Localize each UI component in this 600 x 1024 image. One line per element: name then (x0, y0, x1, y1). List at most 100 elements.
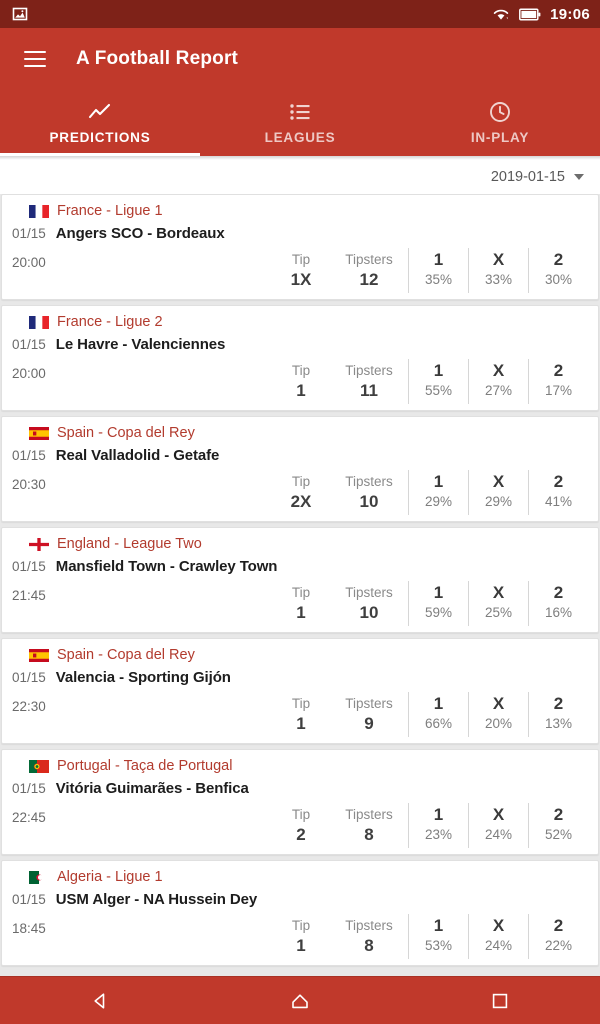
flag-england-icon (29, 537, 49, 551)
match-stats: Tip 1 Tipsters 8 1 53% X 24% 2 22% (272, 914, 588, 959)
match-teams: Angers SCO - Bordeaux (55, 225, 225, 242)
match-teams: USM Alger - NA Hussein Dey (55, 891, 258, 908)
match-date: 01/15 (12, 670, 46, 685)
stat-tipsters-header: Tipsters (345, 363, 393, 378)
match-card[interactable]: Algeria - Ligue 1 01/15 USM Alger - NA Hus… (1, 860, 599, 966)
list-icon (289, 101, 311, 123)
stat-tip-header: Tip (291, 918, 311, 933)
match-list[interactable]: France - Ligue 1 01/15 Angers SCO - Bordea… (0, 194, 600, 976)
stat-draw-percent: 27% (484, 383, 513, 398)
stat-tipsters-value: 8 (364, 936, 374, 955)
match-row: 01/15 Real Valladolid - Getafe (2, 443, 598, 467)
match-stats: Tip 2X Tipsters 10 1 29% X 29% 2 41% (272, 470, 588, 515)
match-card[interactable]: Portugal - Taça de Portugal 01/15 Vitória … (1, 749, 599, 855)
stat-tipsters-header: Tipsters (345, 918, 393, 933)
league-name: Portugal - Taça de Portugal (57, 758, 233, 774)
trending-up-icon (88, 101, 112, 123)
flag-spain-icon (29, 426, 49, 440)
match-teams: Mansfield Town - Crawley Town (55, 558, 278, 575)
stat-draw-header: X (492, 472, 505, 491)
tab-leagues-label: LEAGUES (264, 130, 336, 145)
league-row: France - Ligue 2 (2, 313, 598, 332)
tab-predictions-label: PREDICTIONS (49, 130, 151, 145)
stat-away-percent: 41% (544, 494, 573, 509)
stat-away: 2 17% (528, 359, 588, 404)
status-bar-clock: 19:06 (550, 5, 590, 23)
match-stats-row: 20:00 Tip 1 Tipsters 11 1 55% X 27% 2 17% (2, 356, 598, 404)
stat-away-percent: 30% (544, 272, 573, 287)
recents-square-icon (492, 993, 508, 1008)
stat-home-percent: 29% (424, 494, 453, 509)
match-teams: Real Valladolid - Getafe (55, 447, 220, 464)
match-stats-row: 18:45 Tip 1 Tipsters 8 1 53% X 24% 2 22% (2, 911, 598, 959)
stat-away: 2 22% (528, 914, 588, 959)
match-card[interactable]: Spain - Copa del Rey 01/15 Valencia - Spor… (1, 638, 599, 744)
stat-draw-header: X (492, 250, 505, 269)
match-kickoff-time: 21:45 (12, 588, 46, 603)
app-title: A Football Report (76, 48, 239, 69)
hamburger-menu-icon[interactable] (24, 51, 46, 67)
tab-leagues[interactable]: LEAGUES (200, 90, 400, 156)
match-date: 01/15 (12, 559, 46, 574)
stat-tipsters-header: Tipsters (345, 474, 393, 489)
status-bar: 19:06 (0, 0, 600, 28)
stat-tip: Tip 1X (272, 248, 330, 293)
flag-spain-icon (29, 648, 49, 662)
wifi-icon (493, 9, 509, 20)
match-kickoff-time: 18:45 (12, 921, 46, 936)
stat-tipsters: Tipsters 10 (330, 581, 408, 626)
match-card[interactable]: France - Ligue 2 01/15 Le Havre - Valencie… (1, 305, 599, 411)
match-stats: Tip 1 Tipsters 11 1 55% X 27% 2 17% (272, 359, 588, 404)
flag-portugal-icon (29, 759, 49, 773)
date-selector-value: 2019-01-15 (490, 169, 565, 185)
match-row: 01/15 Angers SCO - Bordeaux (2, 221, 598, 245)
nav-back-button[interactable] (65, 979, 135, 1023)
back-triangle-icon (94, 992, 105, 1009)
stat-tipsters-value: 11 (360, 381, 378, 400)
match-card[interactable]: England - League Two 01/15 Mansfield Town … (1, 527, 599, 633)
stat-tip-header: Tip (291, 585, 311, 600)
stat-tip-header: Tip (291, 363, 311, 378)
stat-tipsters: Tipsters 8 (330, 914, 408, 959)
match-stats: Tip 1 Tipsters 9 1 66% X 20% 2 13% (272, 692, 588, 737)
stat-home: 1 35% (408, 248, 468, 293)
stat-home: 1 23% (408, 803, 468, 848)
match-row: 01/15 USM Alger - NA Hussein Dey (2, 887, 598, 911)
android-navigation-bar (0, 976, 600, 1024)
stat-home: 1 59% (408, 581, 468, 626)
match-kickoff-time: 22:30 (12, 699, 46, 714)
match-card[interactable]: France - Ligue 1 01/15 Angers SCO - Bordea… (1, 194, 599, 300)
stat-home-header: 1 (433, 916, 444, 935)
nav-recents-button[interactable] (465, 979, 535, 1023)
match-card[interactable]: Spain - Copa del Rey 01/15 Real Valladolid… (1, 416, 599, 522)
date-selector[interactable]: 2019-01-15 (491, 169, 584, 185)
stat-away-header: 2 (553, 472, 564, 491)
stat-away: 2 41% (528, 470, 588, 515)
stat-tip-value: 2 (296, 825, 306, 844)
league-row: France - Ligue 1 (2, 202, 598, 221)
chevron-down-icon (574, 174, 584, 180)
league-name: France - Ligue 2 (57, 314, 163, 330)
nav-home-button[interactable] (265, 979, 335, 1023)
stat-tip-value: 1 (296, 603, 306, 622)
stat-away-header: 2 (553, 805, 564, 824)
stat-draw-percent: 24% (484, 938, 513, 953)
stat-draw-header: X (492, 694, 505, 713)
stat-away-header: 2 (553, 583, 564, 602)
home-icon (292, 993, 308, 1008)
tab-in-play[interactable]: IN-PLAY (400, 90, 600, 156)
stat-tip-header: Tip (291, 474, 311, 489)
stat-tipsters-header: Tipsters (345, 696, 393, 711)
tab-predictions[interactable]: PREDICTIONS (0, 90, 200, 156)
league-name: England - League Two (57, 536, 202, 552)
stat-home-percent: 23% (424, 827, 453, 842)
stat-tip: Tip 1 (272, 581, 330, 626)
stat-home-percent: 59% (424, 605, 453, 620)
stat-away-percent: 13% (544, 716, 573, 731)
stat-tipsters: Tipsters 11 (330, 359, 408, 404)
stat-away-header: 2 (553, 250, 564, 269)
match-date: 01/15 (12, 781, 46, 796)
stat-home: 1 53% (408, 914, 468, 959)
stat-away-header: 2 (553, 694, 564, 713)
match-stats-row: 22:30 Tip 1 Tipsters 9 1 66% X 20% 2 13% (2, 689, 598, 737)
